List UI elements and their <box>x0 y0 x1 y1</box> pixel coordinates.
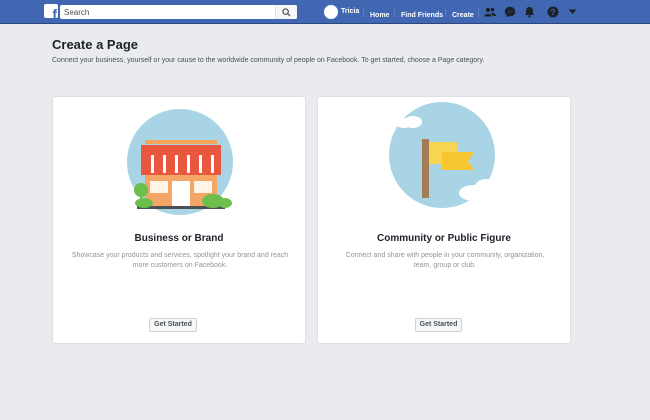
search-icon <box>282 7 291 17</box>
search-input[interactable] <box>60 5 274 19</box>
search-box <box>60 5 297 19</box>
profile-link[interactable]: Tricia <box>324 4 359 20</box>
card-description: Connect and share with people in your co… <box>345 252 545 269</box>
community-or-public-figure-card[interactable]: Community or Public Figure Connect and s… <box>317 96 571 344</box>
create-label: Create <box>452 12 474 19</box>
help-icon[interactable]: ? <box>546 5 560 19</box>
find-friends-label: Find Friends <box>401 12 443 19</box>
top-navigation-bar: f Tricia Home Find Friends Create <box>0 0 650 24</box>
page-subtitle: Connect your business, yourself or your … <box>52 57 485 64</box>
page-title: Create a Page <box>52 37 138 52</box>
home-label: Home <box>370 12 390 19</box>
nav-divider <box>394 7 395 17</box>
card-title: Business or Brand <box>134 233 224 244</box>
get-started-button[interactable]: Get Started <box>415 318 462 332</box>
nav-divider <box>445 7 446 17</box>
logo-letter: f <box>52 6 57 18</box>
get-started-button[interactable]: Get Started <box>149 318 197 332</box>
search-button[interactable] <box>275 5 297 19</box>
find-friends-link[interactable]: Find Friends <box>401 4 443 20</box>
messenger-icon[interactable] <box>503 5 517 19</box>
notifications-bell-icon[interactable] <box>522 5 536 19</box>
storefront-icon <box>127 109 233 215</box>
flag-icon <box>389 102 505 208</box>
card-description: Showcase your products and services, spo… <box>71 252 289 269</box>
profile-name: Tricia <box>341 8 360 15</box>
create-link[interactable]: Create <box>452 4 474 20</box>
home-link[interactable]: Home <box>370 4 389 20</box>
friend-requests-icon[interactable] <box>483 5 497 19</box>
business-or-brand-card[interactable]: Business or Brand Showcase your products… <box>52 96 306 344</box>
nav-divider <box>363 7 364 17</box>
nav-divider <box>478 7 479 17</box>
facebook-logo-icon[interactable]: f <box>44 4 58 18</box>
svg-text:?: ? <box>551 8 556 17</box>
card-title: Community or Public Figure <box>377 233 511 244</box>
avatar <box>324 5 338 19</box>
account-menu-chevron-down-icon[interactable] <box>565 5 579 19</box>
